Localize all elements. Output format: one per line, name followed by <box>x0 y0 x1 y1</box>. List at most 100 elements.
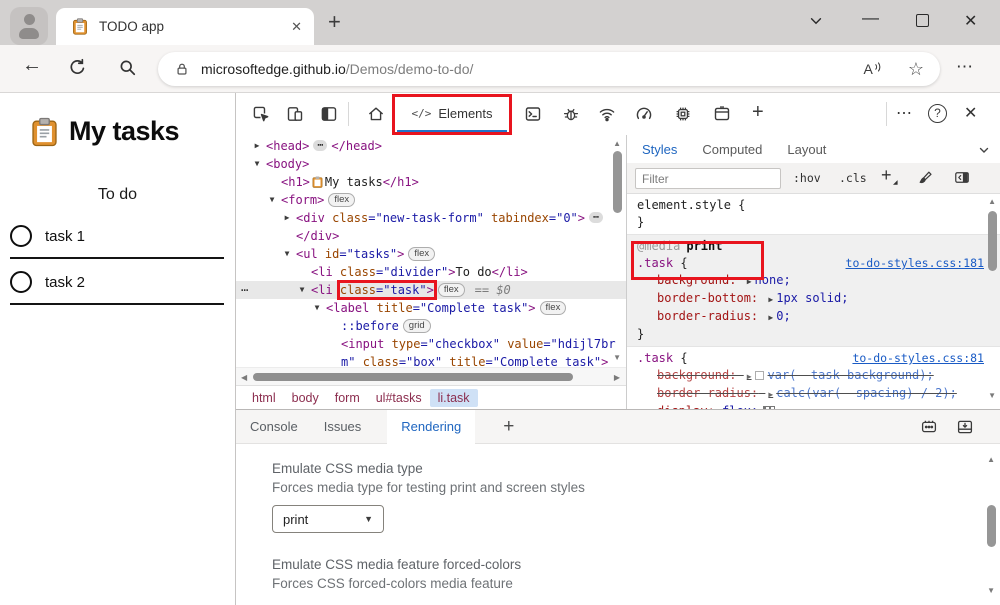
rule-media-print-task[interactable]: @mediaprint to-do-styles.css:181.task { … <box>627 235 1000 347</box>
devtools-help-icon[interactable]: ? <box>928 104 947 123</box>
activity-bar-toggle-icon[interactable] <box>320 105 338 123</box>
rendering-emulations-brush-icon[interactable] <box>917 169 934 186</box>
breadcrumb-html[interactable]: html <box>244 389 284 407</box>
more-tools-plus-icon[interactable]: + <box>503 416 514 438</box>
window-minimize-button[interactable]: — <box>862 8 879 28</box>
media-type-select[interactable]: print ▼ <box>272 505 384 533</box>
toggle-class-button[interactable]: .cls <box>839 171 867 185</box>
window-maximize-button[interactable] <box>916 14 929 27</box>
element-state-panel-icon[interactable] <box>953 169 971 186</box>
read-aloud-icon[interactable]: A <box>864 61 883 77</box>
tab-computed[interactable]: Computed <box>702 142 762 157</box>
scroll-down-icon[interactable]: ▼ <box>988 391 996 400</box>
expand-value-icon[interactable]: ▶ <box>747 372 752 381</box>
scroll-left-icon[interactable]: ◀ <box>241 373 247 382</box>
styles-filter-input[interactable] <box>635 168 781 189</box>
tab-close-icon[interactable]: ✕ <box>291 19 302 35</box>
tab-rendering[interactable]: Rendering <box>387 410 475 444</box>
grid-badge[interactable]: grid <box>403 319 431 333</box>
tab-styles[interactable]: Styles <box>642 142 677 157</box>
twisty-expanded-icon[interactable]: ▼ <box>296 281 308 299</box>
refresh-button[interactable] <box>68 58 87 77</box>
expand-value-icon[interactable]: ▶ <box>768 295 773 304</box>
search-icon[interactable] <box>118 58 137 77</box>
expand-drawer-icon[interactable] <box>956 418 974 436</box>
devtools-close-icon[interactable]: ✕ <box>964 103 977 123</box>
dom-node-li-divider[interactable]: <li class="divider">To do</li> <box>236 263 626 281</box>
new-tab-button[interactable]: + <box>328 9 341 35</box>
task-checkbox[interactable] <box>10 271 32 293</box>
stylesheet-link[interactable]: to-do-styles.css:181 <box>846 255 984 272</box>
profile-avatar[interactable] <box>10 7 48 45</box>
element-style-open[interactable]: element.style { <box>637 198 745 212</box>
device-emulation-icon[interactable] <box>286 105 304 123</box>
dom-node-input-checkbox[interactable]: <input type="checkbox" value="hdijl7br <box>236 335 626 353</box>
scrollbar-thumb[interactable] <box>613 151 622 213</box>
collapsed-content-icon[interactable]: ⋯ <box>589 212 603 223</box>
expand-value-icon[interactable]: ▶ <box>747 277 752 286</box>
scrollbar-thumb[interactable] <box>253 373 573 381</box>
scroll-right-icon[interactable]: ▶ <box>614 373 620 382</box>
twisty-collapsed-icon[interactable]: ▶ <box>281 209 293 227</box>
flex-badge[interactable]: flex <box>408 247 435 261</box>
dom-horizontal-scrollbar[interactable]: ◀ ▶ <box>236 367 626 385</box>
breadcrumb-body[interactable]: body <box>284 389 327 407</box>
twisty-expanded-icon[interactable]: ▼ <box>266 191 278 209</box>
dom-node-head[interactable]: ▶<head>⋯</head> <box>236 137 626 155</box>
scrollbar-thumb[interactable] <box>987 505 996 547</box>
css-property[interactable]: border-bottom: ▶1px solid; <box>637 290 1000 308</box>
breadcrumb-li-task[interactable]: li.task <box>430 389 478 407</box>
dom-node-before-pseudo[interactable]: ::beforegrid <box>236 317 626 335</box>
collapsed-content-icon[interactable]: ⋯ <box>313 140 327 151</box>
url-input[interactable]: microsoftedge.github.io/Demos/demo-to-do… <box>158 52 940 86</box>
twisty-expanded-icon[interactable]: ▼ <box>281 245 293 263</box>
dom-node-div-close[interactable]: </div> <box>236 227 626 245</box>
dom-node-label[interactable]: ▼<label title="Complete task">flex <box>236 299 626 317</box>
dom-node-body[interactable]: ▼<body> <box>236 155 626 173</box>
flex-badge[interactable]: flex <box>438 283 465 297</box>
dom-vertical-scrollbar[interactable]: ▲ ▼ <box>611 135 625 367</box>
css-property-overridden[interactable]: border-radius: ▶calc(var(--spacing) / 2)… <box>637 385 1000 403</box>
twisty-expanded-icon[interactable]: ▼ <box>311 299 323 317</box>
scroll-up-icon[interactable]: ▲ <box>988 197 996 206</box>
tab-console[interactable]: Console <box>250 419 298 434</box>
css-property[interactable]: border-radius: ▶0; <box>637 308 1000 326</box>
toggle-hover-state-button[interactable]: :hov <box>793 171 821 185</box>
task-label[interactable]: task 1 <box>45 228 85 245</box>
scroll-up-icon[interactable]: ▲ <box>987 455 995 464</box>
tab-layout[interactable]: Layout <box>787 142 826 157</box>
devtools-customize-icon[interactable]: ⋯ <box>896 103 912 123</box>
back-button[interactable]: ← <box>22 54 42 77</box>
scroll-down-icon[interactable]: ▼ <box>987 586 995 595</box>
css-property-overridden[interactable]: background: ▶var(--task-background); <box>637 367 1000 385</box>
dom-node-h1[interactable]: <h1>My tasks</h1> <box>236 173 626 191</box>
browser-tab-todo-app[interactable]: TODO app ✕ <box>56 8 314 45</box>
flex-badge[interactable]: flex <box>540 301 567 315</box>
expand-value-icon[interactable]: ▶ <box>768 390 773 399</box>
scrollbar-thumb[interactable] <box>988 211 997 271</box>
rule-task-81[interactable]: to-do-styles.css:81.task { background: ▶… <box>627 347 1000 409</box>
dom-node-ul-tasks[interactable]: ▼<ul id="tasks">flex <box>236 245 626 263</box>
new-style-rule-dropdown-icon[interactable]: ◢ <box>893 179 898 186</box>
twisty-expanded-icon[interactable]: ▼ <box>251 155 263 173</box>
new-style-rule-icon[interactable]: + <box>881 165 892 186</box>
dom-node-new-task-form[interactable]: ▶<div class="new-task-form" tabindex="0"… <box>236 209 626 227</box>
inspect-element-icon[interactable] <box>252 105 270 123</box>
console-panel-icon[interactable] <box>524 105 542 123</box>
css-property[interactable]: background: ▶none; <box>637 272 1000 290</box>
rule-element-style[interactable]: element.style { } <box>627 194 1000 235</box>
flex-badge[interactable]: flex <box>328 193 355 207</box>
scroll-up-icon[interactable]: ▲ <box>613 139 621 148</box>
tab-issues[interactable]: Issues <box>324 419 362 434</box>
stylesheet-link[interactable]: to-do-styles.css:81 <box>852 350 984 367</box>
network-wifi-icon[interactable] <box>598 105 616 123</box>
browser-settings-menu-icon[interactable]: ⋯ <box>956 57 974 77</box>
memory-chip-icon[interactable] <box>674 105 692 123</box>
breadcrumb-ul-tasks[interactable]: ul#tasks <box>368 389 430 407</box>
task-row[interactable]: task 1 <box>10 215 224 259</box>
color-swatch[interactable] <box>755 371 764 380</box>
breadcrumb-form[interactable]: form <box>327 389 368 407</box>
dom-node-form[interactable]: ▼<form>flex <box>236 191 626 209</box>
expand-value-icon[interactable]: ▶ <box>768 313 773 322</box>
node-more-actions-icon[interactable]: ⋯ <box>241 281 248 299</box>
